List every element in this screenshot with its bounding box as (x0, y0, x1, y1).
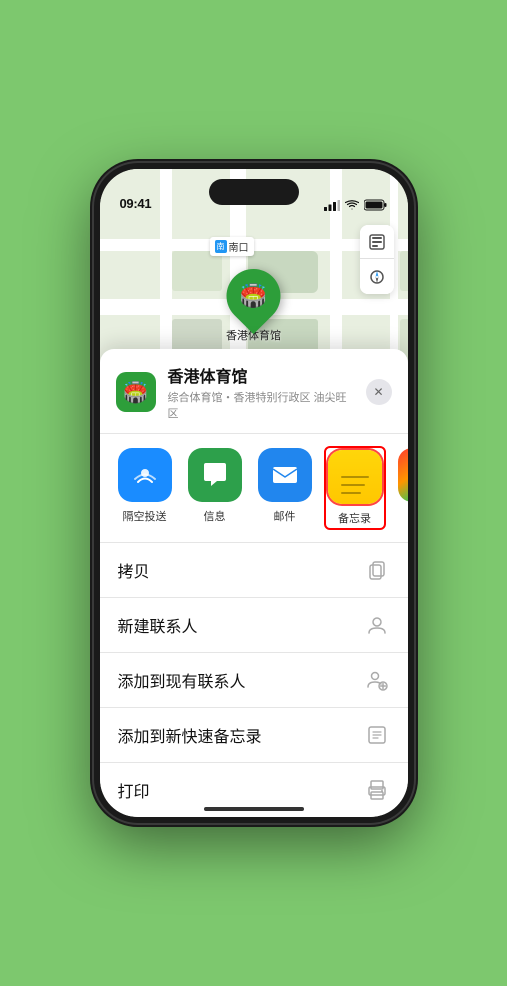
pin-circle: 🏟️ (215, 258, 291, 334)
quick-note-icon (364, 722, 390, 748)
phone-frame: 09:41 (94, 163, 414, 823)
status-time: 09:41 (120, 196, 152, 211)
venue-name: 香港体育馆 (168, 363, 354, 387)
share-airdrop-item[interactable]: 隔空投送 (116, 448, 174, 528)
close-button[interactable]: ✕ (366, 379, 392, 405)
home-indicator (204, 807, 304, 811)
layers-icon (368, 233, 386, 251)
location-pin[interactable]: 🏟️ 香港体育馆 (226, 269, 281, 343)
map-label-text: 南口 (229, 239, 249, 254)
message-icon (188, 448, 242, 502)
share-message-item[interactable]: 信息 (186, 448, 244, 528)
airdrop-label: 隔空投送 (123, 508, 167, 524)
share-notes-item[interactable]: 备忘录 (326, 448, 384, 528)
compass-icon (368, 268, 386, 286)
new-contact-icon (364, 612, 390, 638)
dynamic-island (209, 179, 299, 205)
map-layers-button[interactable] (360, 225, 394, 259)
bottom-sheet: 🏟️ 香港体育馆 综合体育馆・香港特别行政区 油尖旺区 ✕ (100, 349, 408, 817)
signal-icon (324, 200, 340, 211)
share-mail-item[interactable]: 邮件 (256, 448, 314, 528)
sheet-header: 🏟️ 香港体育馆 综合体育馆・香港特别行政区 油尖旺区 ✕ (100, 349, 408, 434)
wifi-icon (345, 200, 359, 211)
mail-label: 邮件 (274, 508, 296, 524)
venue-icon: 🏟️ (116, 372, 156, 412)
print-svg (366, 779, 388, 801)
action-quick-note[interactable]: 添加到新快速备忘录 (100, 708, 408, 763)
copy-svg (366, 559, 388, 581)
notes-lines (341, 476, 369, 494)
add-contact-label: 添加到现有联系人 (118, 668, 246, 692)
airdrop-svg (130, 460, 160, 490)
quick-note-label: 添加到新快速备忘录 (118, 723, 262, 747)
venue-description: 综合体育馆・香港特别行政区 油尖旺区 (168, 389, 354, 421)
airdrop-icon (118, 448, 172, 502)
notes-label: 备忘录 (338, 510, 371, 526)
notes-icon (328, 450, 382, 504)
copy-label: 拷贝 (118, 558, 150, 582)
location-button[interactable] (360, 260, 394, 294)
action-add-contact[interactable]: 添加到现有联系人 (100, 653, 408, 708)
message-label: 信息 (204, 508, 226, 524)
print-label: 打印 (118, 778, 150, 802)
more-icon (398, 448, 408, 502)
phone-screen: 09:41 (100, 169, 408, 817)
new-contact-svg (366, 614, 388, 636)
add-contact-svg (366, 669, 388, 691)
status-icons (324, 199, 388, 211)
action-copy[interactable]: 拷贝 (100, 543, 408, 598)
quick-note-svg (366, 724, 388, 746)
mail-svg (269, 459, 301, 491)
print-icon (364, 777, 390, 803)
action-new-contact[interactable]: 新建联系人 (100, 598, 408, 653)
copy-icon (364, 557, 390, 583)
new-contact-label: 新建联系人 (118, 613, 198, 637)
map-controls (360, 225, 394, 294)
add-contact-icon (364, 667, 390, 693)
action-list: 拷贝 新建联系人 (100, 543, 408, 817)
share-more-item[interactable]: 推 (396, 448, 408, 528)
battery-icon (364, 199, 388, 211)
mail-icon (258, 448, 312, 502)
share-row: 隔空投送 信息 (100, 434, 408, 543)
map-south-entrance-label: 南 南口 (210, 237, 254, 256)
message-svg (199, 459, 231, 491)
venue-info: 香港体育馆 综合体育馆・香港特别行政区 油尖旺区 (168, 363, 354, 421)
pin-icon: 🏟️ (240, 283, 267, 309)
